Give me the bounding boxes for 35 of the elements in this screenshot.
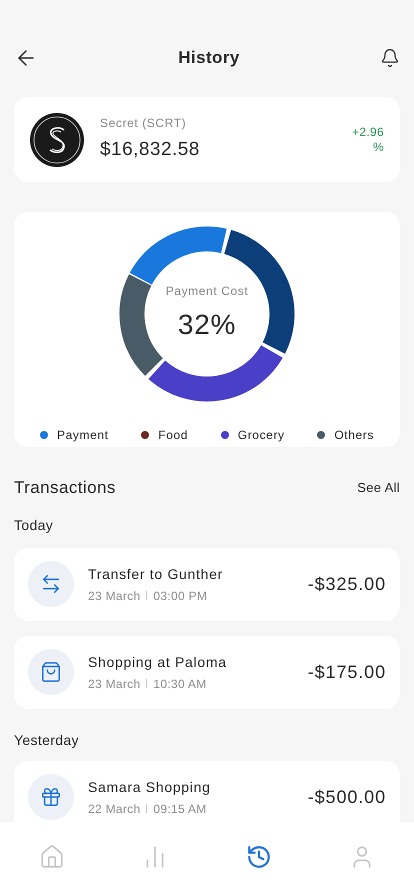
legend-label: Grocery: [238, 427, 285, 444]
transaction-card[interactable]: Transfer to Gunther 23 March 03:00 PM -$325.00: [14, 548, 400, 620]
transfer-arrows-icon: [40, 573, 62, 595]
legend-label: Others: [334, 427, 374, 444]
group-label: Today: [14, 516, 54, 535]
legend-label: Payment: [57, 427, 109, 444]
transaction-title: Transfer to Gunther: [88, 564, 224, 584]
chart-center-value: 32%: [178, 308, 236, 342]
transaction-title: Samara Shopping: [88, 778, 212, 797]
gift-icon: [40, 786, 62, 808]
change-percent: +2.96 %: [351, 124, 384, 154]
transaction-date: 22 March: [88, 800, 140, 818]
transaction-time: 09:15 AM: [153, 800, 207, 818]
transaction-title: Shopping at Paloma: [88, 652, 228, 672]
notification-bell-icon[interactable]: [380, 48, 400, 68]
shopping-bag-icon: [40, 661, 62, 683]
legend-label: Food: [158, 427, 188, 444]
see-all-link[interactable]: See All: [357, 478, 400, 498]
section-title: Transactions: [14, 477, 116, 499]
transaction-amount: -$325.00: [308, 572, 386, 596]
history-icon[interactable]: [246, 844, 272, 870]
chart-center-label: Payment Cost: [166, 283, 248, 300]
transaction-time: 10:30 AM: [153, 676, 207, 692]
transaction-time: 03:00 PM: [153, 588, 208, 604]
transaction-amount: -$175.00: [308, 660, 386, 684]
asset-value: $16,832.58: [100, 138, 201, 162]
transaction-card[interactable]: Samara Shopping 22 March 09:15 AM -$500.00: [14, 760, 400, 822]
transaction-date: 23 March: [88, 676, 140, 692]
transaction-amount: -$500.00: [308, 786, 386, 808]
page-title: History: [178, 47, 240, 70]
transaction-card[interactable]: Shopping at Paloma 23 March 10:30 AM -$175.00: [14, 636, 400, 708]
asset-name: Secret (SCRT): [100, 115, 188, 132]
group-label: Yesterday: [14, 730, 80, 750]
transaction-date: 23 March: [88, 588, 140, 604]
coin-logo-icon: [30, 112, 84, 166]
